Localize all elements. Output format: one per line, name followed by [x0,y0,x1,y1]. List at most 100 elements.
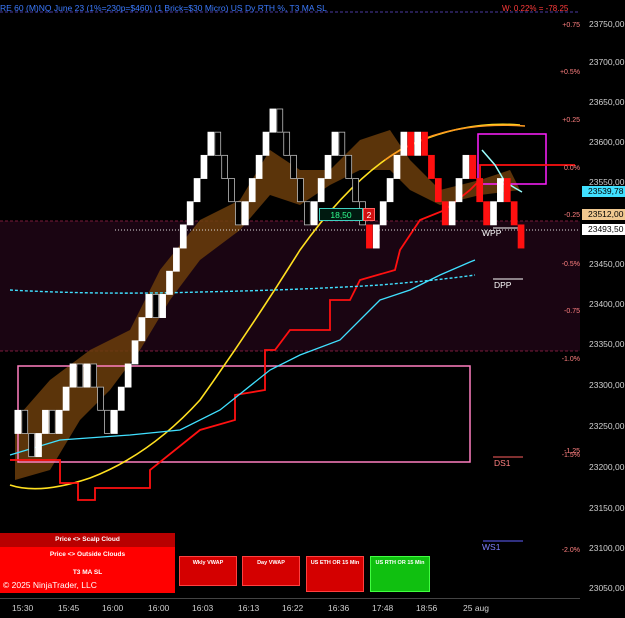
renko-brick-up [124,363,132,388]
time-tick: 16:00 [102,603,124,613]
price-tick: 23200,00 [589,462,625,472]
renko-brick-down [434,178,442,203]
day-vwap-button[interactable]: Day VWAP [242,556,300,586]
renko-brick-down [407,131,415,156]
renko-brick-up [55,409,63,434]
panel-row-outside[interactable]: Price <> Outside Clouds [0,550,175,560]
pct-label: +0.75 [562,22,580,29]
time-tick: 17:48 [372,603,394,613]
time-tick: 25 aug [463,603,489,613]
us-rth-or-label: US RTH OR 15 Min [375,560,425,566]
pct-label: -0.5% [561,261,580,268]
renko-brick-up [379,201,387,226]
renko-brick-up [310,201,318,226]
panel-row-t3[interactable]: T3 MA SL [0,568,175,578]
price-tick: 23250,00 [589,421,625,431]
renko-brick-up [62,386,70,411]
pct-label: -1.0% [561,356,580,363]
renko-brick-down [28,433,35,458]
renko-brick-up [400,131,408,156]
renko-brick-up [317,178,325,203]
renko-brick-down [21,409,29,434]
renko-brick-down [276,108,284,133]
ds1-label: DS1 [494,458,511,468]
renko-brick-up [324,154,332,179]
renko-brick-down [297,178,304,203]
renko-brick-down [483,201,490,226]
price-tick: 23450,00 [589,259,625,269]
time-tick: 16:03 [192,603,214,613]
renko-brick-down [152,294,160,318]
pct-label: +0.5% [559,69,580,76]
time-tick: 15:45 [58,603,80,613]
renko-brick-down [517,224,525,249]
renko-brick-down [503,178,511,203]
us-eth-or-label: US ETH OR 15 Min [310,560,360,566]
renko-brick-down [441,201,449,226]
price-tick: 23400,00 [589,299,625,309]
renko-brick-down [421,131,428,156]
ws1-label: WS1 [482,542,501,552]
renko-brick-up [42,409,49,434]
renko-brick-up [462,154,470,179]
renko-brick-down [469,154,477,179]
weekly-vwap-label: Wkly VWAP [192,560,224,566]
pct-label: -0.75 [564,308,580,315]
weekly-vwap-button[interactable]: Wkly VWAP [179,556,237,586]
us-eth-or-button[interactable]: US ETH OR 15 Min [306,556,364,592]
position-count-badge[interactable]: 2 [363,208,375,221]
renko-brick-up [179,224,187,249]
time-tick: 15:30 [12,603,34,613]
price-tick: 23100,00 [589,543,625,553]
renko-brick-up [386,178,394,203]
price-tick: 23600,00 [589,137,625,147]
renko-brick-up [248,178,256,203]
renko-brick-up [414,131,421,156]
panel-row-scalp[interactable]: Price <> Scalp Cloud [0,533,175,547]
renko-brick-up [255,154,263,179]
renko-brick-up [35,433,42,458]
renko-brick-down [510,201,518,226]
renko-brick-down [366,224,373,249]
renko-brick-up [186,201,194,226]
us-rth-or-button[interactable]: US RTH OR 15 Min [370,556,430,592]
copyright-text: © 2025 NinjaTrader, LLC [3,580,97,590]
time-tick: 16:22 [282,603,304,613]
current-vwap-flag: 23539,78 [582,186,625,197]
price-tick: 23300,00 [589,380,625,390]
price-tick: 23350,00 [589,339,625,349]
renko-brick-up [83,363,91,388]
pct-label: 0.0% [564,165,580,172]
renko-brick-up [131,340,139,365]
last-price-flag: 23493,50 [582,224,625,235]
renko-brick-up [166,270,173,295]
renko-brick-up [69,363,77,388]
price-tick: 23650,00 [589,97,625,107]
renko-brick-up [241,201,249,226]
price-tick: 23700,00 [589,57,625,67]
renko-brick-up [455,178,463,203]
time-tick: 16:13 [238,603,260,613]
time-tick: 18:56 [416,603,438,613]
renko-brick-up [200,154,208,179]
pct-label: +0.25 [562,117,580,124]
pct-label: -2.0% [561,547,580,554]
renko-brick-down [283,131,291,156]
dpp-label: DPP [494,280,512,290]
renko-brick-down [338,131,346,156]
price-tick: 23150,00 [589,503,625,513]
position-pnl-badge[interactable]: 18,50 [319,208,363,221]
renko-brick-up [111,409,118,434]
renko-brick-up [262,131,270,156]
chart-canvas[interactable] [0,0,625,618]
renko-brick-up [14,409,22,434]
renko-brick-down [90,363,98,388]
renko-brick-down [290,154,297,179]
corner-stat-label: W: 0.22% = -78.25 [502,4,569,13]
renko-brick-up [269,108,277,133]
wpp-label: WPP [482,228,502,238]
pct-label: -1.5% [561,452,580,459]
renko-brick-up [193,178,201,203]
renko-brick-down [428,154,435,179]
price-tick: 23050,00 [589,583,625,593]
